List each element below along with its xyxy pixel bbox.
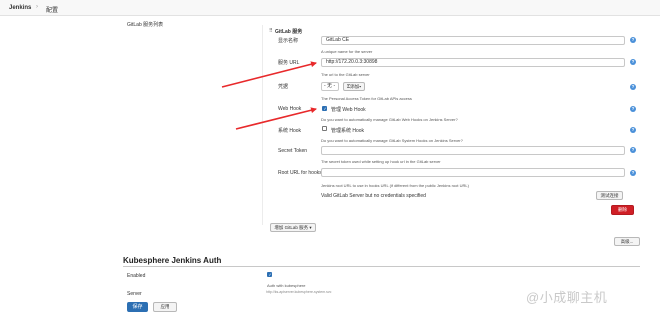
watermark-text: @小成聊主机 [526, 290, 608, 305]
add-credentials-label: 添加 [350, 84, 360, 89]
root-url-input[interactable] [321, 168, 625, 177]
gitlab-block-title: GitLab 服务 [275, 29, 303, 35]
secret-token-hint: The secret token used while setting up h… [321, 159, 441, 164]
secret-token-input[interactable] [321, 146, 625, 155]
kubesphere-section-title: Kubesphere Jenkins Auth [123, 256, 222, 265]
chevron-down-icon: ▾ [309, 225, 312, 230]
enabled-label: Enabled [127, 273, 146, 279]
help-icon[interactable]: ? [630, 106, 636, 112]
manage-system-hook-label: 管理系统 Hook [331, 128, 365, 134]
manage-system-hook-checkbox[interactable] [322, 126, 327, 131]
server-url-input[interactable]: http://172.20.0.3:30898 [321, 58, 625, 67]
kubesphere-enabled-checkbox[interactable] [267, 272, 272, 277]
kubesphere-server-input[interactable]: http://ks-apiserver.kubesphere-system.sv… [266, 290, 426, 296]
display-name-label: 显示名称 [278, 38, 299, 44]
drag-handle-icon[interactable]: ⠿ [269, 28, 273, 34]
help-icon[interactable]: ? [630, 59, 636, 65]
help-icon[interactable]: ? [630, 127, 636, 133]
breadcrumb-jenkins-link[interactable]: Jenkins [9, 5, 31, 11]
add-gitlab-server-button[interactable]: 增加 GitLab 服务 ▾ [270, 223, 316, 232]
manage-web-hook-checkbox[interactable] [322, 106, 327, 111]
display-name-hint: A unique name for the server [321, 49, 373, 54]
top-breadcrumb-bar [0, 0, 660, 16]
section-divider [123, 266, 640, 267]
help-icon[interactable]: ? [630, 37, 636, 43]
gitlab-servers-section-label: GitLab 服务列表 [127, 22, 164, 28]
breadcrumb-current: 配置 [46, 8, 59, 14]
breadcrumb-separator-icon: › [36, 4, 38, 10]
root-url-label: Root URL for hooks [278, 170, 322, 176]
apply-button[interactable]: 应用 [153, 302, 177, 312]
test-connection-button[interactable]: 测试连接 [596, 191, 623, 200]
help-icon[interactable]: ? [630, 170, 636, 176]
secret-token-label: Secret Token [278, 148, 308, 154]
system-hook-label: 系统 Hook [278, 128, 302, 134]
save-button[interactable]: 保存 [127, 302, 148, 312]
add-gitlab-server-label: 增加 GitLab 服务 [274, 225, 309, 230]
manage-web-hook-label: 管理 Web Hook [331, 107, 366, 113]
add-credentials-button[interactable]: ⚿添加▾ [343, 82, 365, 91]
help-icon[interactable]: ? [630, 84, 636, 90]
system-hook-hint: Do you want to automatically manage GitL… [321, 138, 463, 143]
credentials-label: 凭据 [278, 84, 289, 90]
web-hook-hint: Do you want to automatically manage GitL… [321, 117, 458, 122]
gitlab-server-block [262, 25, 642, 225]
chevron-down-icon: ▾ [359, 84, 362, 89]
display-name-input[interactable]: GitLab CE [321, 36, 625, 45]
root-url-hint: Jenkins root URL to use in hooks URL (if… [321, 183, 469, 188]
advanced-button[interactable]: 高级... [614, 237, 640, 246]
credentials-select[interactable]: - 无 - [321, 82, 339, 91]
delete-server-button[interactable]: 删除 [611, 205, 634, 215]
connection-status-text: Valid GitLab Server but no credentials s… [321, 193, 426, 199]
server-url-hint: The url to the GitLab server [321, 72, 370, 77]
server-label: Server [127, 291, 142, 297]
server-url-label: 服务 URL [278, 60, 300, 66]
help-icon[interactable]: ? [630, 147, 636, 153]
credentials-hint: The Personal Access Token for GitLab API… [321, 96, 412, 101]
auth-with-kubesphere-hint: Auth with kubesphere [267, 283, 306, 288]
web-hook-label: Web Hook [278, 106, 302, 112]
